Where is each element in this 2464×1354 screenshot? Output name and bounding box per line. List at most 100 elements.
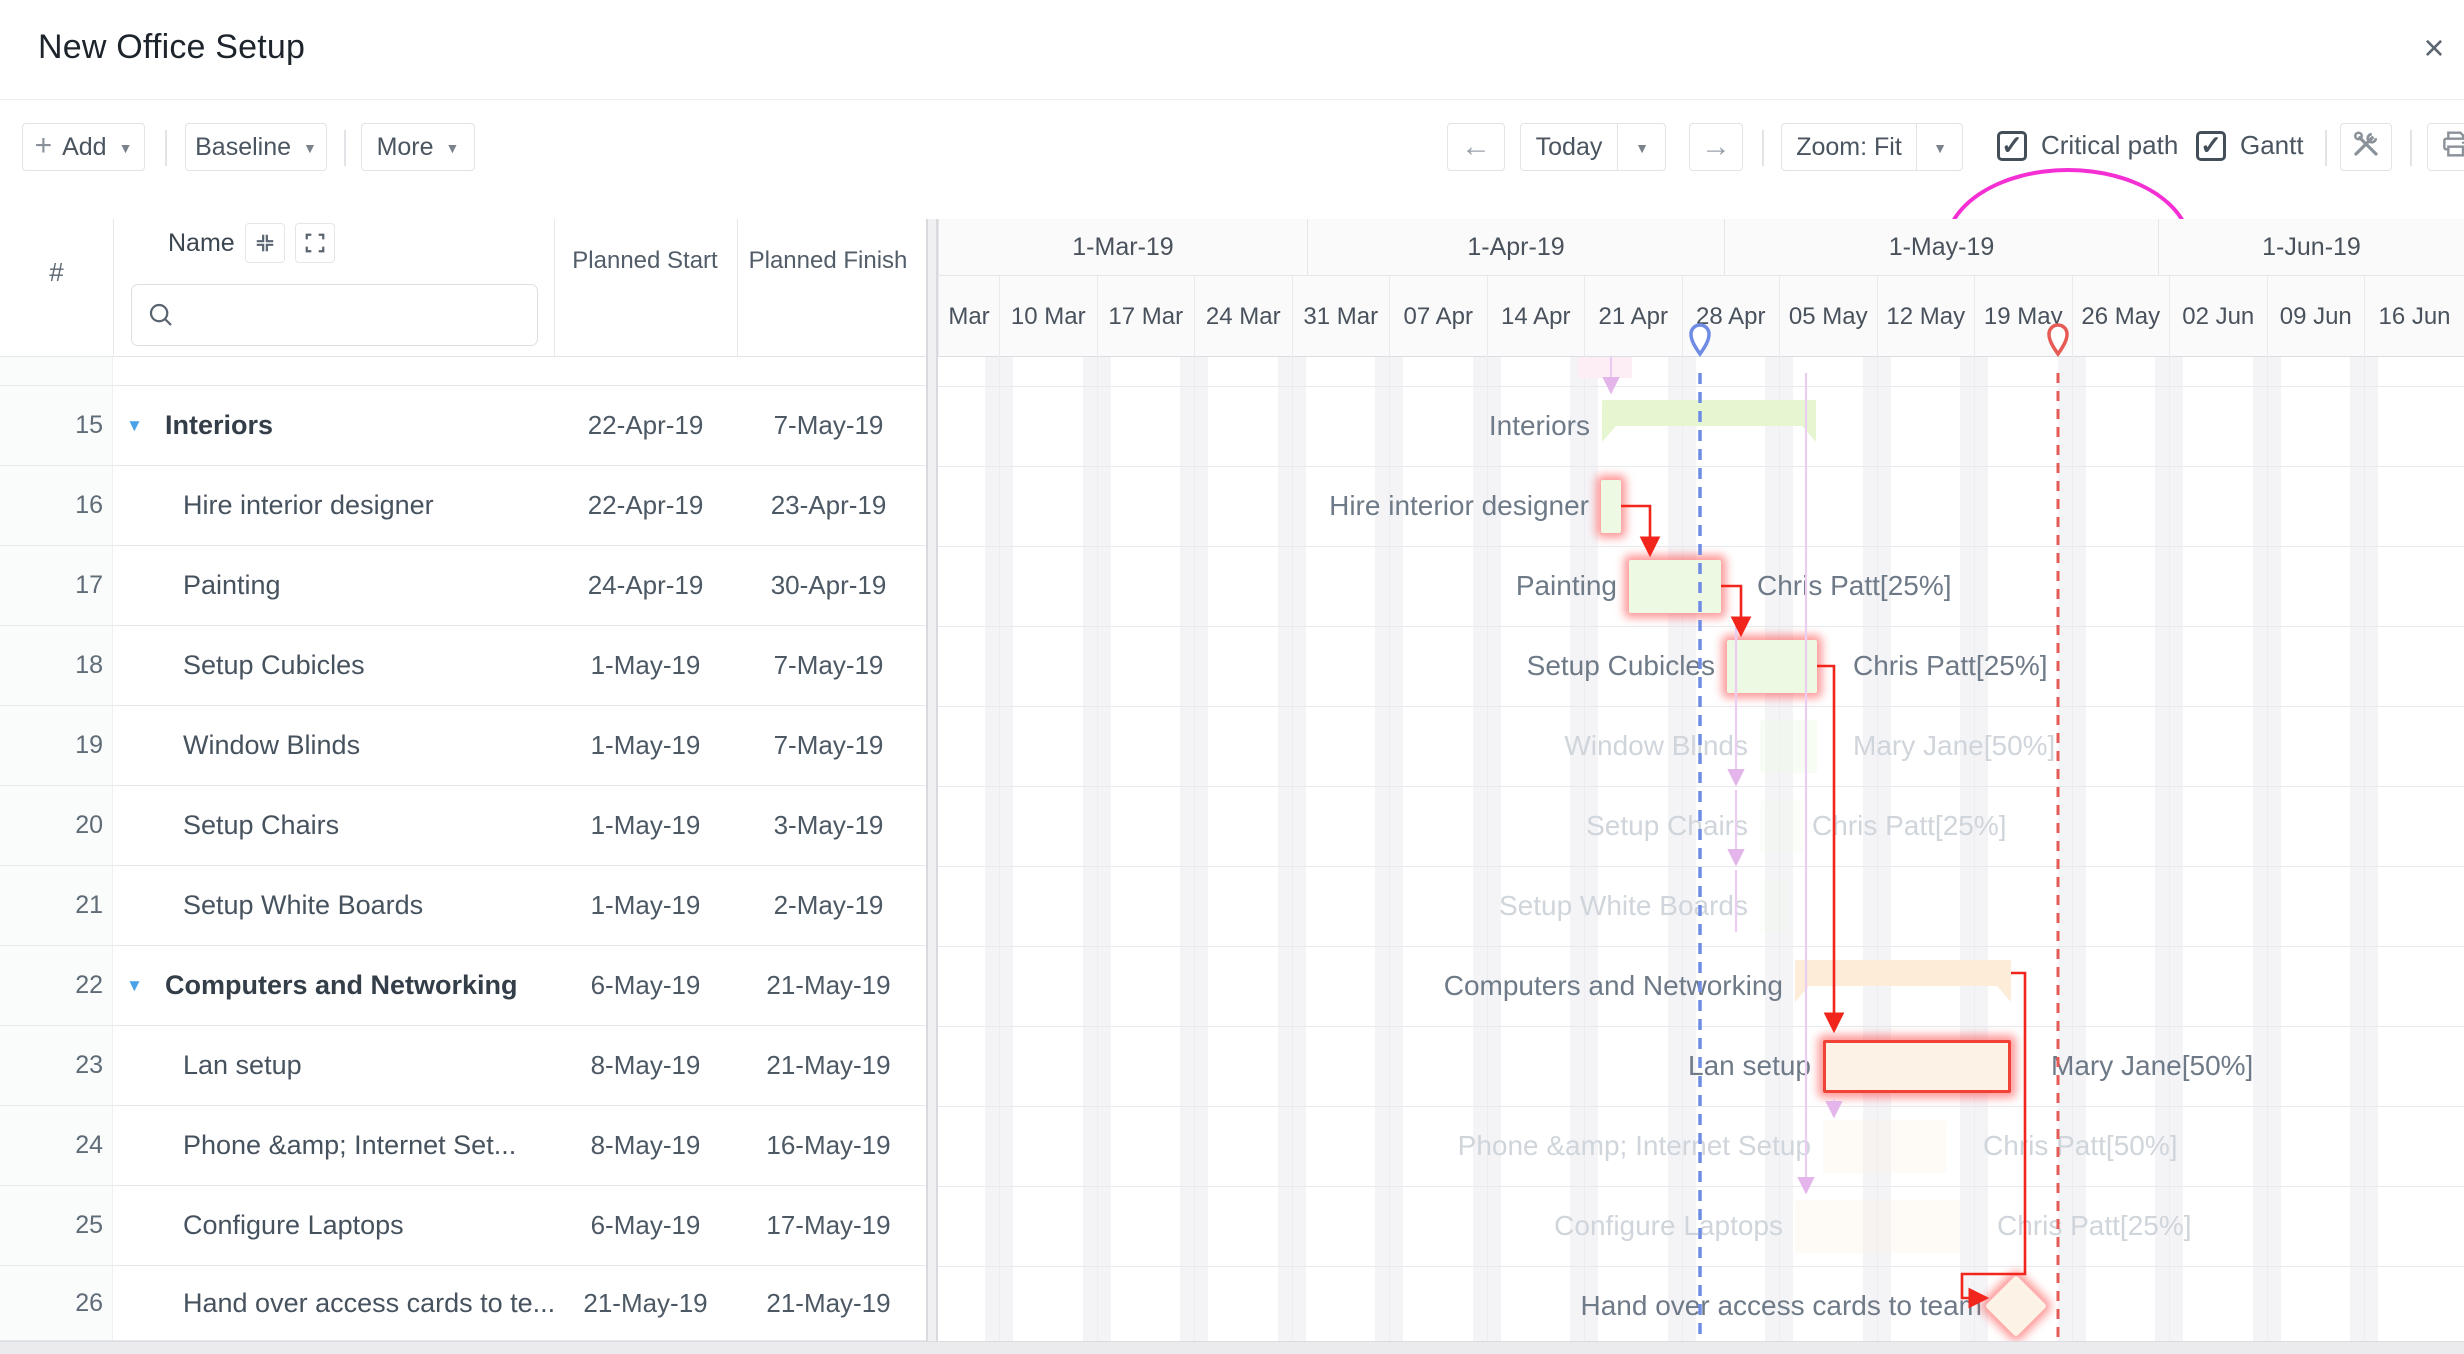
table-row[interactable]: 26Hand over access cards to te...21-May-… [0,1266,926,1341]
critical-path-toggle[interactable]: ✓ Critical path [1997,130,2178,161]
task-name: Phone &amp; Internet Set... [183,1106,516,1185]
task-name: Interiors [165,386,273,465]
summary-bar-end [1602,426,1616,442]
collapse-all-icon[interactable] [245,223,285,263]
week-gridline [1292,357,1293,1354]
add-button[interactable]: + Add ▼ [22,123,145,171]
checkbox-checked-icon[interactable]: ✓ [2196,131,2226,161]
gantt-task-label: Phone &amp; Internet Setup [1458,1130,1811,1162]
more-button[interactable]: More ▼ [361,123,475,171]
checkbox-checked-icon[interactable]: ✓ [1997,131,2027,161]
task-search-box[interactable] [131,284,538,346]
table-row[interactable]: 21Setup White Boards1-May-192-May-19 [0,866,926,946]
task-name: Configure Laptops [183,1186,404,1265]
assignee-label: Mary Jane[50%] [1853,730,2055,762]
assignee-label: Chris Patt[25%] [1853,650,2048,682]
table-row[interactable]: 20Setup Chairs1-May-193-May-19 [0,786,926,866]
table-row[interactable]: 24Phone &amp; Internet Set...8-May-1916-… [0,1106,926,1186]
planned-start-date: 22-Apr-19 [554,386,737,465]
arrow-left-icon: ← [1461,130,1491,164]
search-input[interactable] [184,300,537,330]
gantt-row-border [938,466,2464,467]
collapse-triangle-icon[interactable]: ▼ [126,946,143,1025]
gantt-toggle[interactable]: ✓ Gantt [2196,130,2304,161]
collapse-triangle-icon[interactable]: ▼ [126,386,143,465]
task-name: Hand over access cards to te... [183,1266,555,1340]
gantt-task-bar[interactable] [1760,800,1803,853]
summary-bar-end [1795,986,1809,1002]
assignee-label: Chris Patt[25%] [1812,810,2007,842]
chevron-down-icon: ▼ [119,140,133,156]
gantt-row-border [938,546,2464,547]
gantt-chart-body[interactable]: InteriorsHire interior designerPaintingC… [938,357,2464,1354]
gantt-row-border [938,1186,2464,1187]
planned-start-date: 1-May-19 [554,626,737,705]
tools-icon [2351,129,2381,166]
row-number: 24 [0,1106,103,1185]
planned-start-date: 24-Apr-19 [554,546,737,625]
gantt-month-cell: 1-Jun-19 [2158,219,2464,276]
table-row[interactable]: 16Hire interior designer22-Apr-1923-Apr-… [0,466,926,546]
gantt-task-bar[interactable] [1795,1200,1960,1253]
zoom-button-group[interactable]: Zoom: Fit ▼ [1781,123,1963,171]
today-button-group[interactable]: Today ▼ [1520,123,1666,171]
gantt-task-bar[interactable] [1823,1120,1946,1173]
table-row[interactable]: 18Setup Cubicles1-May-197-May-19 [0,626,926,706]
today-button[interactable]: Today [1521,124,1617,170]
print-button[interactable] [2427,123,2464,171]
table-row-partial[interactable] [0,357,926,386]
gantt-task-label: Setup Cubicles [1527,650,1715,682]
zoom-dropdown-caret[interactable]: ▼ [1917,125,1963,171]
gantt-row-border [938,786,2464,787]
table-row[interactable]: 17Painting24-Apr-1930-Apr-19 [0,546,926,626]
panel-resize-handle[interactable] [926,219,938,1341]
column-header-name: Name [168,221,335,265]
gantt-task-label: Hire interior designer [1329,490,1589,522]
gantt-task-bar[interactable] [1760,720,1817,773]
week-gridline [2169,357,2170,1354]
milestone-diamond[interactable] [1985,1275,2047,1337]
zoom-level-button[interactable]: Zoom: Fit [1782,124,1916,170]
gantt-task-bar[interactable] [1727,640,1817,693]
planned-finish-date: 17-May-19 [737,1186,920,1265]
task-name: Hire interior designer [183,466,434,545]
planned-finish-date: 16-May-19 [737,1106,920,1185]
row-number: 26 [0,1266,103,1340]
today-pin-icon[interactable] [1691,325,1709,354]
settings-button[interactable] [2340,123,2392,171]
gantt-task-bar[interactable] [1823,1040,2011,1093]
deadline-pin-icon[interactable] [2049,325,2067,354]
planned-finish-date: 21-May-19 [737,1026,920,1105]
row-number: 19 [0,706,103,785]
timeline-forward-button[interactable]: → [1689,123,1743,171]
gantt-task-label: Computers and Networking [1444,970,1783,1002]
table-row[interactable]: 15▼Interiors22-Apr-197-May-19 [0,386,926,466]
today-dropdown-caret[interactable]: ▼ [1618,125,1666,171]
gantt-task-bar[interactable] [1601,480,1621,533]
gantt-summary-bar[interactable] [1602,400,1816,426]
expand-all-icon[interactable] [295,223,335,263]
column-header-number: # [0,257,113,288]
row-number: 17 [0,546,103,625]
table-row[interactable]: 23Lan setup8-May-1921-May-19 [0,1026,926,1106]
horizontal-scrollbar[interactable] [0,1341,2464,1354]
toolbar-separator [2325,130,2327,166]
gantt-task-bar[interactable] [1629,560,1721,613]
baseline-button[interactable]: Baseline ▼ [185,123,327,171]
gantt-task-bar[interactable] [1760,880,1789,933]
table-row[interactable]: 25Configure Laptops6-May-1917-May-19 [0,1186,926,1266]
table-row[interactable]: 19Window Blinds1-May-197-May-19 [0,706,926,786]
gantt-summary-bar[interactable] [1795,960,2011,986]
gantt-task-label: Hand over access cards to team [1580,1290,1982,1322]
planned-start-date: 22-Apr-19 [554,466,737,545]
task-table-header: # Name Planned Start Planned F [0,219,926,357]
close-icon[interactable]: × [2412,26,2456,70]
toolbar-separator [2410,130,2412,166]
task-name: Setup Chairs [183,786,339,865]
toolbar-separator [344,130,346,166]
task-table-panel: # Name Planned Start Planned F [0,219,926,1354]
chevron-down-icon: ▼ [303,140,317,156]
timeline-back-button[interactable]: ← [1447,123,1505,171]
assignee-label: Mary Jane[50%] [2051,1050,2253,1082]
table-row[interactable]: 22▼Computers and Networking6-May-1921-Ma… [0,946,926,1026]
